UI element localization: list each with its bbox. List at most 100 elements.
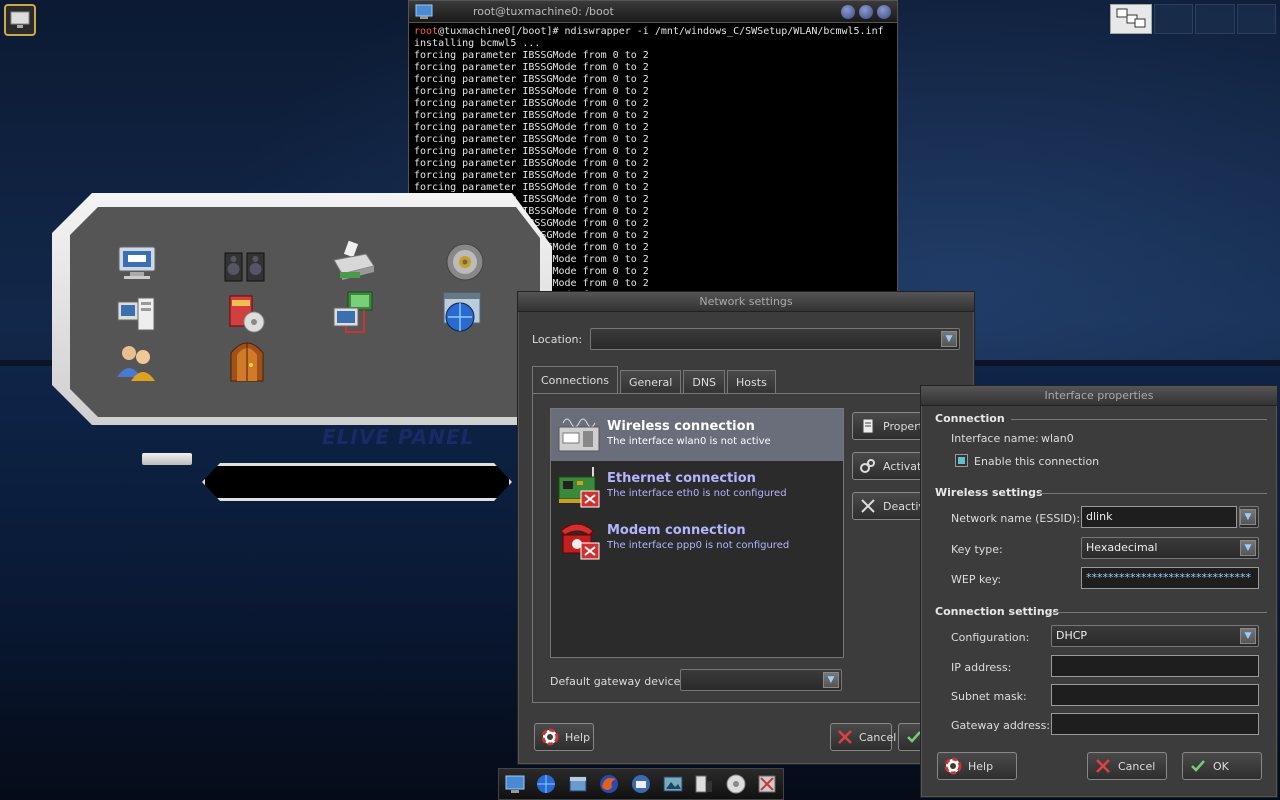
taskbar-thunderbird-icon[interactable] xyxy=(628,771,654,797)
properties-icon xyxy=(859,417,877,435)
lifebuoy-icon xyxy=(944,757,962,775)
elive-panel[interactable]: ELIVE PANEL xyxy=(52,193,572,503)
tab-general[interactable]: General xyxy=(619,370,682,394)
list-item-ethernet[interactable]: Ethernet connection The interface eth0 i… xyxy=(551,461,843,513)
workspace-4[interactable] xyxy=(1236,4,1276,34)
subnet-mask-label: Subnet mask: xyxy=(951,690,1027,703)
workspace-pager[interactable] xyxy=(1110,4,1276,34)
configuration-label: Configuration: xyxy=(951,631,1030,644)
location-label: Location: xyxy=(532,333,583,346)
list-item-wireless[interactable]: Wireless connection The interface wlan0 … xyxy=(551,409,843,461)
prompt-command: @tuxmachine0[/boot]# ndiswrapper -i /mnt… xyxy=(438,26,884,37)
tab-connections[interactable]: Connections xyxy=(532,366,618,394)
location-dropdown[interactable]: ▼ xyxy=(590,328,960,350)
section-connection-settings: Connection settings xyxy=(935,605,1060,618)
synaptic-package-manager-icon[interactable] xyxy=(224,291,270,337)
terminal-titlebar[interactable]: root@tuxmachine0: /boot xyxy=(409,1,897,23)
cancel-label: Cancel xyxy=(1118,759,1156,773)
help-button[interactable]: Help xyxy=(534,723,594,751)
output-line: forcing parameter IBSSGMode from 0 to 2 xyxy=(414,158,649,169)
help-button[interactable]: Help xyxy=(937,752,1017,780)
enable-connection-checkbox[interactable] xyxy=(955,454,968,467)
help-label: Help xyxy=(565,730,591,744)
ok-label: OK xyxy=(1213,759,1229,773)
deactivate-label: Deactiv xyxy=(883,499,925,513)
cancel-x-icon xyxy=(1094,757,1112,775)
enable-connection-label[interactable]: Enable this connection xyxy=(974,455,1099,468)
desktop-launcher-icon[interactable] xyxy=(4,4,36,36)
taskbar xyxy=(498,768,784,800)
taskbar-device-icon[interactable] xyxy=(691,771,717,797)
taskbar-firefox-icon[interactable] xyxy=(596,771,622,797)
network-settings-titlebar[interactable]: Network settings xyxy=(518,292,974,312)
wep-key-input[interactable]: ****************************** xyxy=(1081,567,1259,589)
gateway-address-input[interactable] xyxy=(1051,713,1259,735)
elive-panel-handle[interactable] xyxy=(142,453,192,465)
interface-name-value: wlan0 xyxy=(1041,432,1074,445)
connection-status: The interface eth0 is not configured xyxy=(607,488,787,499)
essid-dropdown-button[interactable]: ▼ xyxy=(1239,506,1259,528)
list-item-modem[interactable]: Modem connection The interface ppp0 is n… xyxy=(551,513,843,565)
network-settings-icon[interactable] xyxy=(330,289,376,335)
activate-label: Activat xyxy=(883,459,922,473)
prompt-user: root xyxy=(414,26,439,37)
wireless-card-icon xyxy=(558,418,600,452)
system-settings-gear-icon[interactable] xyxy=(442,239,488,285)
elive-panel-logo: ELIVE PANEL xyxy=(322,425,475,449)
cancel-button[interactable]: Cancel xyxy=(1087,752,1167,780)
wep-key-label: WEP key: xyxy=(951,573,1002,586)
taskbar-tools-icon[interactable] xyxy=(754,771,780,797)
hardware-settings-icon[interactable] xyxy=(114,291,160,337)
taskbar-monitor-icon[interactable] xyxy=(502,771,528,797)
essid-input[interactable]: dlink xyxy=(1081,506,1237,528)
output-line: forcing parameter IBSSGMode from 0 to 2 xyxy=(414,62,649,73)
minimize-button[interactable] xyxy=(841,4,855,19)
exit-door-icon[interactable] xyxy=(224,337,270,383)
configuration-value: DHCP xyxy=(1056,629,1088,642)
tab-dns[interactable]: DNS xyxy=(683,370,726,394)
chevron-down-icon: ▼ xyxy=(1240,628,1256,644)
interface-name-label: Interface name: xyxy=(951,432,1039,445)
workspace-2[interactable] xyxy=(1154,4,1194,34)
taskbar-image-viewer-icon[interactable] xyxy=(660,771,686,797)
printer-settings-icon[interactable] xyxy=(330,239,376,285)
activate-gears-icon xyxy=(859,457,877,475)
key-type-dropdown[interactable]: Hexadecimal ▼ xyxy=(1081,537,1259,559)
gateway-device-dropdown[interactable]: ▼ xyxy=(680,669,842,691)
cancel-button[interactable]: Cancel xyxy=(830,723,896,751)
configuration-dropdown[interactable]: DHCP ▼ xyxy=(1051,625,1259,647)
taskbar-network-icon[interactable] xyxy=(533,771,559,797)
output-line: forcing parameter IBSSGMode from 0 to 2 xyxy=(414,182,649,193)
connections-list[interactable]: Wireless connection The interface wlan0 … xyxy=(550,408,844,658)
display-settings-icon[interactable] xyxy=(114,241,160,287)
subnet-mask-input[interactable] xyxy=(1051,684,1259,706)
output-line: forcing parameter IBSSGMode from 0 to 2 xyxy=(414,50,649,61)
sound-settings-icon[interactable] xyxy=(222,243,268,289)
terminal-app-icon xyxy=(415,4,433,19)
workspace-1[interactable] xyxy=(1110,4,1152,34)
users-accounts-icon[interactable] xyxy=(114,339,160,385)
section-divider xyxy=(1011,419,1267,420)
section-connection: Connection xyxy=(935,412,1005,425)
help-label: Help xyxy=(968,759,994,773)
output-line: forcing parameter IBSSGMode from 0 to 2 xyxy=(414,122,649,133)
close-button[interactable] xyxy=(877,4,891,19)
connection-title: Wireless connection xyxy=(607,419,755,434)
workspace-3[interactable] xyxy=(1195,4,1235,34)
internet-browser-icon[interactable] xyxy=(440,289,486,335)
interface-properties-titlebar[interactable]: Interface properties xyxy=(921,386,1277,406)
maximize-button[interactable] xyxy=(859,4,873,19)
interface-properties-window[interactable]: Interface properties Connection Interfac… xyxy=(920,385,1278,798)
taskbar-files-icon[interactable] xyxy=(565,771,591,797)
connection-status: The interface wlan0 is not active xyxy=(607,436,771,447)
checkbox-check-mark xyxy=(958,457,965,464)
workspace-thumbnail-icon xyxy=(1116,8,1146,28)
taskbar-media-player-icon[interactable] xyxy=(723,771,749,797)
chevron-down-icon: ▼ xyxy=(823,672,839,688)
network-settings-tabs: Connections General DNS Hosts xyxy=(532,366,776,394)
ip-address-input[interactable] xyxy=(1051,655,1259,677)
output-line: installing bcmwl5 ... xyxy=(414,38,541,49)
tab-hosts[interactable]: Hosts xyxy=(727,370,776,394)
network-settings-window[interactable]: Network settings Location: ▼ Connections… xyxy=(517,291,975,765)
ok-button[interactable]: OK xyxy=(1182,752,1262,780)
